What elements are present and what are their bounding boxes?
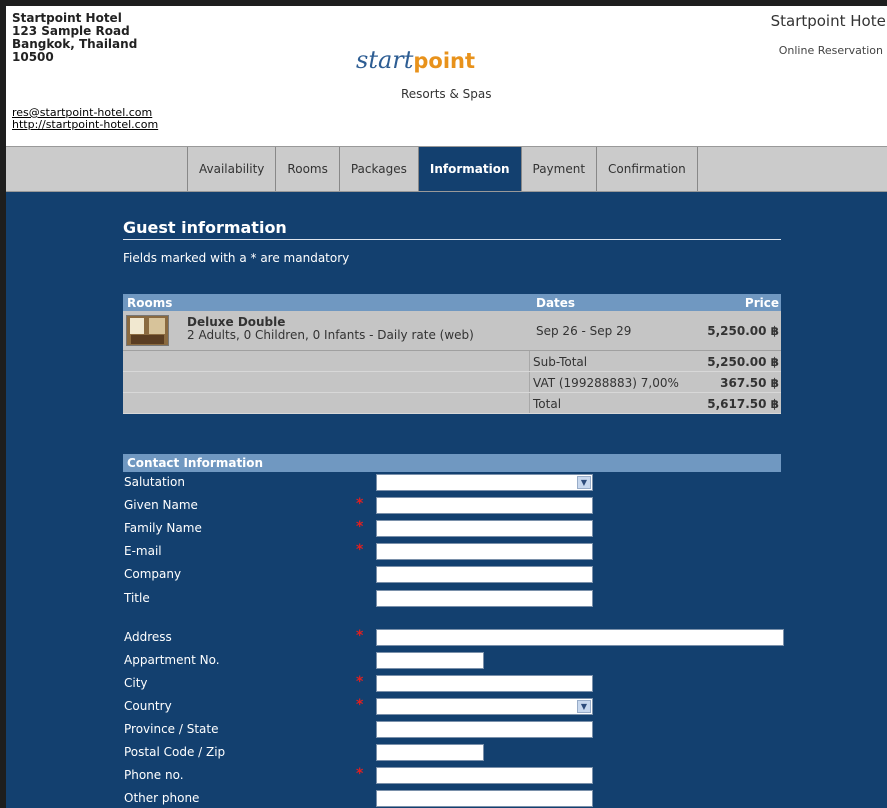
form-row-email: E-mail * <box>123 542 781 561</box>
family-name-label: Family Name <box>124 521 202 535</box>
address-label: Address <box>124 630 172 644</box>
subtotal-label: Sub-Total <box>533 355 588 369</box>
required-marker: * <box>356 674 364 690</box>
form-row-country: Country * ▼ <box>123 697 781 716</box>
nav-tabs: Availability Rooms Packages Information … <box>187 147 698 191</box>
vat-value: 367.50 ฿ <box>720 376 779 390</box>
rooms-table-header: Rooms Dates Price <box>123 294 781 311</box>
required-marker: * <box>356 628 364 644</box>
total-value: 5,617.50 ฿ <box>707 397 779 411</box>
address-field[interactable] <box>376 629 784 646</box>
contact-form: Contact Information Salutation ▼ Given N… <box>123 454 784 807</box>
required-marker: * <box>356 519 364 535</box>
tab-payment[interactable]: Payment <box>522 147 598 191</box>
province-field[interactable] <box>376 721 593 738</box>
other-phone-label: Other phone <box>124 791 200 805</box>
required-marker: * <box>356 542 364 558</box>
city-label: City <box>124 676 148 690</box>
tab-availability[interactable]: Availability <box>188 147 277 191</box>
company-field[interactable] <box>376 566 593 583</box>
required-marker: * <box>356 697 364 713</box>
hotel-name: Startpoint Hotel <box>770 12 887 30</box>
required-marker: * <box>356 496 364 512</box>
email-label: E-mail <box>124 544 162 558</box>
total-row: Total 5,617.50 ฿ <box>123 393 781 414</box>
section-title: Guest information <box>123 218 781 240</box>
hotel-subtitle: Online Reservation <box>778 44 883 57</box>
family-name-field[interactable] <box>376 520 593 537</box>
logo-start-text: start <box>356 46 414 74</box>
form-row-title: Title <box>123 589 781 608</box>
form-row-postal: Postal Code / Zip <box>123 743 781 762</box>
form-row-salutation: Salutation ▼ <box>123 473 781 492</box>
rooms-table: Rooms Dates Price Deluxe Double 2 Adults… <box>123 294 781 414</box>
city-field[interactable] <box>376 675 593 692</box>
contact-header: Contact Information <box>123 454 781 472</box>
given-name-label: Given Name <box>124 498 198 512</box>
chevron-down-icon: ▼ <box>577 476 591 489</box>
col-dates: Dates <box>536 296 576 310</box>
room-name: Deluxe Double <box>187 315 286 329</box>
phone-field[interactable] <box>376 767 593 784</box>
step-navigation: Availability Rooms Packages Information … <box>6 146 887 192</box>
room-thumbnail <box>126 315 169 346</box>
given-name-field[interactable] <box>376 497 593 514</box>
tab-information[interactable]: Information <box>418 147 522 191</box>
form-row-city: City * <box>123 674 781 693</box>
contact-links: res@startpoint-hotel.com http://startpoi… <box>12 107 158 131</box>
tab-confirmation[interactable]: Confirmation <box>597 147 698 191</box>
country-label: Country <box>124 699 172 713</box>
form-row-family-name: Family Name * <box>123 519 781 538</box>
country-select[interactable]: ▼ <box>376 698 593 715</box>
subtotal-row: Sub-Total 5,250.00 ฿ <box>123 351 781 372</box>
postal-field[interactable] <box>376 744 484 761</box>
page-header: Startpoint Hotel 123 Sample Road Bangkok… <box>6 6 887 146</box>
postal-label: Postal Code / Zip <box>124 745 226 759</box>
col-rooms: Rooms <box>127 296 173 310</box>
form-row-appartment: Appartment No. <box>123 651 781 670</box>
tab-rooms[interactable]: Rooms <box>276 147 340 191</box>
province-label: Province / State <box>124 722 219 736</box>
form-row-other-phone: Other phone <box>123 789 781 808</box>
other-phone-field[interactable] <box>376 790 593 807</box>
salutation-label: Salutation <box>124 475 185 489</box>
subtotal-value: 5,250.00 ฿ <box>707 355 779 369</box>
logo-point-text: point <box>413 49 476 73</box>
form-row-phone: Phone no. * <box>123 766 781 785</box>
hotel-logo: startpoint Resorts & Spas <box>356 46 556 111</box>
appartment-field[interactable] <box>376 652 484 669</box>
room-description: 2 Adults, 0 Children, 0 Infants - Daily … <box>187 328 474 342</box>
required-marker: * <box>356 766 364 782</box>
email-field[interactable] <box>376 543 593 560</box>
phone-label: Phone no. <box>124 768 184 782</box>
form-row-province: Province / State <box>123 720 781 739</box>
form-row-given-name: Given Name * <box>123 496 781 515</box>
vat-label: VAT (199288883) 7,00% <box>533 376 679 390</box>
appartment-label: Appartment No. <box>124 653 220 667</box>
room-dates: Sep 26 - Sep 29 <box>536 324 632 338</box>
logo-subtitle: Resorts & Spas <box>401 87 492 101</box>
chevron-down-icon: ▼ <box>577 700 591 713</box>
col-price: Price <box>744 296 779 310</box>
main-content: Guest information Fields marked with a *… <box>6 192 887 808</box>
company-label: Company <box>124 567 182 581</box>
hotel-address: Startpoint Hotel 123 Sample Road Bangkok… <box>12 12 137 64</box>
website-link[interactable]: http://startpoint-hotel.com <box>12 119 158 131</box>
form-row-address: Address * <box>123 628 784 647</box>
vat-row: VAT (199288883) 7,00% 367.50 ฿ <box>123 372 781 393</box>
tab-packages[interactable]: Packages <box>340 147 419 191</box>
total-label: Total <box>533 397 562 411</box>
mandatory-note: Fields marked with a * are mandatory <box>123 251 350 265</box>
title-label: Title <box>124 591 150 605</box>
table-row: Deluxe Double 2 Adults, 0 Children, 0 In… <box>123 311 781 351</box>
browser-frame: Startpoint Hotel 123 Sample Road Bangkok… <box>6 6 887 808</box>
title-field[interactable] <box>376 590 593 607</box>
address-line: 10500 <box>12 50 54 64</box>
form-row-company: Company <box>123 565 781 584</box>
room-price: 5,250.00 ฿ <box>707 324 779 338</box>
salutation-select[interactable]: ▼ <box>376 474 593 491</box>
